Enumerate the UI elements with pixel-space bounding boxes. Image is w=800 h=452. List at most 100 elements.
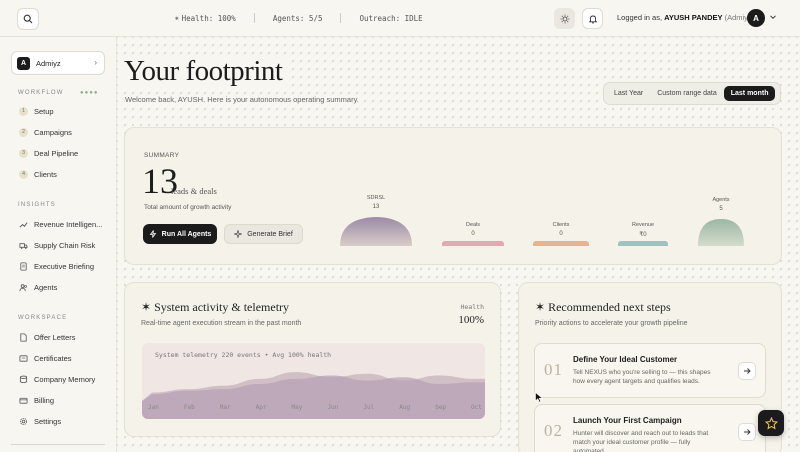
sidebar-item-supply-chain-risk[interactable]: Supply Chain Risk: [19, 239, 95, 251]
metric-clients-bar: [533, 241, 589, 246]
month-tick-label: Sep: [435, 404, 446, 411]
recommended-card: ✶ Recommended next steps Priority action…: [518, 282, 782, 452]
sidebar-item-label: Setup: [34, 106, 54, 116]
sidebar-item-clients[interactable]: 4 Clients: [19, 168, 57, 180]
sidebar-item-revenue-intelligence[interactable]: Revenue Intelligen...: [19, 218, 102, 230]
sidebar-item-certificates[interactable]: Certificates: [19, 352, 72, 364]
reco-subtitle: Priority actions to accelerate your grow…: [535, 320, 688, 327]
health-value: 100%: [458, 314, 484, 326]
trend-icon: [19, 221, 28, 228]
sidebar-item-label: Supply Chain Risk: [34, 240, 96, 250]
file-icon: [20, 332, 27, 342]
sun-icon: [560, 14, 569, 23]
sidebar-item-deal-pipeline[interactable]: 3 Deal Pipeline: [19, 147, 78, 159]
date-range-tabs: Last Year Custom range data Last month: [603, 82, 781, 105]
telemetry-chart: System telemetry 220 events • Avg 100% h…: [142, 343, 485, 419]
workflow-progress-dots: ●●●●: [80, 90, 99, 96]
gear-icon: [19, 417, 28, 425]
generate-brief-label: Generate Brief: [247, 230, 293, 238]
month-tick-label: Mar: [219, 404, 231, 411]
month-tick-label: Jun: [327, 404, 339, 411]
sidebar-item-label: Offer Letters: [34, 332, 76, 342]
metric-revenue: Revenue ₹0: [618, 222, 668, 238]
summary-description: Total amount of growth activity: [144, 204, 232, 211]
sidebar-item-label: Company Memory: [34, 374, 96, 384]
metric-clients: Clients 0: [533, 222, 589, 237]
step-go-button[interactable]: [738, 423, 756, 441]
telemetry-subtitle: Real-time agent execution stream in the …: [141, 320, 302, 327]
month-tick-label: Jan: [148, 404, 159, 411]
search-button[interactable]: [17, 8, 39, 30]
run-all-agents-button[interactable]: Run All Agents: [143, 224, 217, 244]
theme-toggle-button[interactable]: [554, 8, 575, 29]
step-title: Launch Your First Campaign: [573, 416, 682, 425]
summary-label: SUMMARY: [144, 152, 180, 159]
health-label: Health: [460, 303, 484, 311]
step-card-define-icp[interactable]: 01 Define Your Ideal Customer Tell NEXUS…: [534, 343, 766, 398]
status-dot-icon: ✱: [175, 14, 179, 22]
tab-last-year[interactable]: Last Year: [607, 86, 650, 101]
lightning-icon: [149, 230, 156, 238]
metric-label: SDRSL: [366, 195, 386, 201]
step-number-badge: 3: [19, 148, 28, 158]
reco-title: ✶ Recommended next steps: [535, 300, 671, 315]
month-tick-label: Aug: [399, 404, 411, 411]
metric-agents-shape: [698, 219, 744, 246]
metric-sdrsl-shape: [340, 217, 412, 246]
asterisk-icon: ✶: [535, 300, 549, 314]
divider: [11, 444, 105, 445]
sidebar-item-offer-letters[interactable]: Offer Letters: [19, 331, 76, 343]
sidebar-item-label: Revenue Intelligen...: [34, 219, 103, 229]
step-number-badge: 2: [19, 127, 28, 137]
metric-label: Clients: [552, 222, 570, 228]
sidebar-item-executive-briefing[interactable]: Executive Briefing: [19, 260, 94, 272]
sidebar-item-settings[interactable]: Settings: [19, 415, 61, 427]
sparkle-icon: [234, 230, 243, 238]
sidebar-item-company-memory[interactable]: Company Memory: [19, 373, 95, 385]
metric-value: 5: [719, 206, 723, 212]
summary-card: SUMMARY 13 leads & deals Total amount of…: [124, 127, 782, 265]
section-label-workspace: WORKSPACE: [18, 315, 68, 321]
metric-value: ₹0: [639, 232, 647, 238]
tab-custom-range[interactable]: Custom range data: [650, 86, 724, 101]
notifications-button[interactable]: [582, 8, 603, 29]
user-prefix: Logged in as,: [617, 13, 663, 22]
sidebar-item-label: Certificates: [34, 353, 72, 363]
metric-sdrsl: SDRSL 13: [340, 195, 412, 210]
metric-label: Deals: [465, 222, 481, 228]
metric-deals-bar: [442, 241, 504, 246]
reco-title-text: Recommended next steps: [548, 300, 671, 314]
users-icon: [19, 283, 27, 291]
telemetry-title: ✶ System activity & telemetry: [141, 300, 289, 315]
step-card-launch-campaign[interactable]: 02 Launch Your First Campaign Hunter wil…: [534, 404, 766, 452]
step-number: 01: [544, 360, 563, 379]
step-go-button[interactable]: [738, 362, 756, 380]
favorites-fab-button[interactable]: [758, 410, 784, 436]
metric-value: 13: [372, 204, 380, 210]
step-description: Hunter will discover and reach out to le…: [573, 430, 709, 452]
sidebar-item-label: Agents: [34, 282, 58, 292]
divider: [253, 13, 255, 23]
chevron-down-icon[interactable]: [769, 13, 777, 21]
sidebar-item-billing[interactable]: Billing: [19, 394, 54, 406]
run-all-agents-label: Run All Agents: [161, 230, 212, 238]
sidebar-item-campaigns[interactable]: 2 Campaigns: [19, 126, 72, 138]
org-switcher[interactable]: A Admiyz ›: [11, 51, 105, 75]
step-title: Define Your Ideal Customer: [573, 355, 678, 364]
tab-last-month[interactable]: Last month: [723, 86, 776, 101]
sidebar-item-agents[interactable]: Agents: [19, 281, 57, 293]
month-tick-label: May: [291, 404, 303, 411]
logged-in-user: Logged in as, AYUSH PANDEY (Admiyz): [617, 13, 754, 22]
chevron-right-icon: ›: [94, 58, 97, 67]
metric-label: Agents: [712, 197, 730, 203]
month-tick-label: Apr: [255, 404, 267, 411]
sidebar-item-label: Clients: [34, 169, 57, 179]
welcome-message: Welcome back, AYUSH. Here is your autono…: [125, 95, 359, 104]
document-icon: [20, 261, 27, 271]
health-status: Health: 100%: [181, 13, 236, 23]
top-bar: ✱ Health: 100% Agents: 5/5 Outreach: IDL…: [0, 0, 800, 37]
avatar[interactable]: A: [747, 9, 765, 27]
generate-brief-button[interactable]: Generate Brief: [224, 224, 303, 244]
user-name: AYUSH PANDEY: [664, 13, 723, 22]
sidebar-item-setup[interactable]: 1 Setup: [19, 105, 54, 117]
